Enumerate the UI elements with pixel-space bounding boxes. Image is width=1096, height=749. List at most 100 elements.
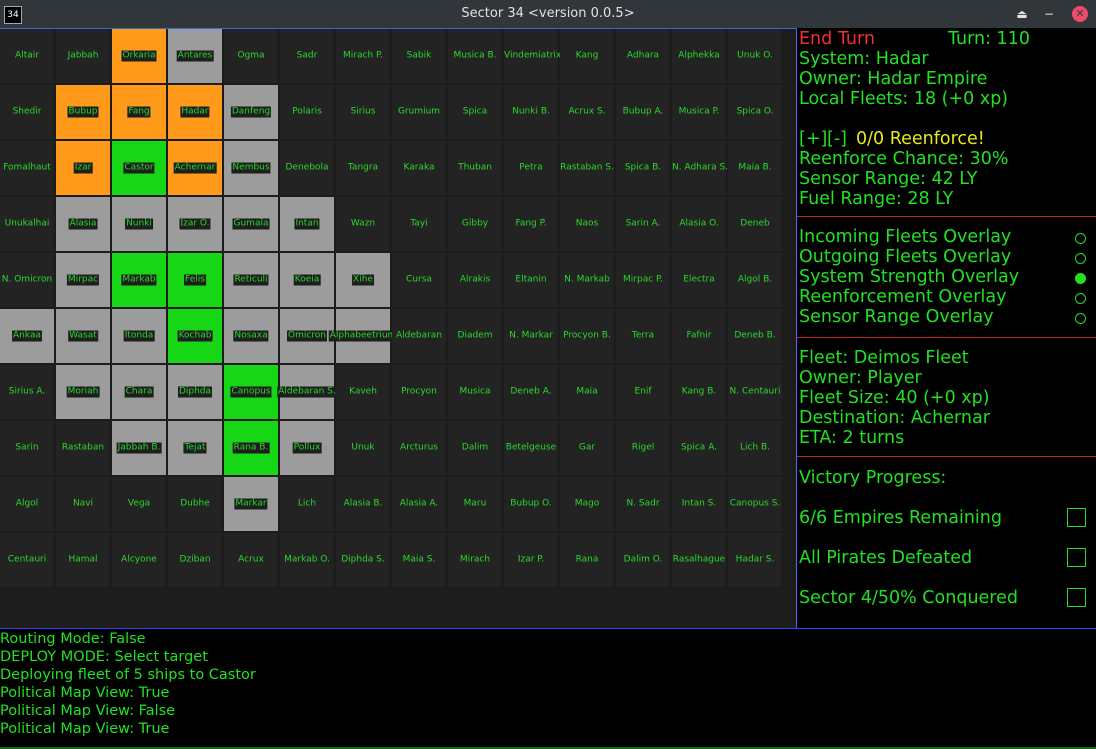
star-system-cell[interactable]: Rastaban S. [560, 141, 614, 195]
minimize-button[interactable]: − [1041, 6, 1057, 22]
star-system-cell[interactable]: Navi [56, 477, 110, 531]
star-system-cell[interactable]: Ankaa [0, 309, 54, 363]
reenforce-plus-button[interactable]: [+] [799, 129, 827, 149]
star-system-cell[interactable]: Eltanin [504, 253, 558, 307]
victory-checkbox[interactable] [1067, 548, 1086, 567]
star-system-cell[interactable]: Musica P. [672, 85, 726, 139]
star-system-cell[interactable]: Spica [448, 85, 502, 139]
star-system-cell[interactable]: Mirpac [56, 253, 110, 307]
star-system-cell[interactable]: Grumium [392, 85, 446, 139]
star-system-cell[interactable]: Dalim O. [616, 533, 670, 587]
star-system-cell[interactable]: Hadar S. [728, 533, 782, 587]
star-system-cell[interactable]: Procyon B. [560, 309, 614, 363]
star-system-cell[interactable]: Bubup [56, 85, 110, 139]
star-system-cell[interactable]: Izar P. [504, 533, 558, 587]
star-system-cell[interactable]: Maia S. [392, 533, 446, 587]
star-system-cell[interactable]: Mirach P. [336, 29, 390, 83]
star-system-cell[interactable]: Deneb B. [728, 309, 782, 363]
star-system-cell[interactable]: Maru [448, 477, 502, 531]
close-button[interactable]: ✕ [1072, 6, 1088, 22]
star-system-cell[interactable]: Karaka [392, 141, 446, 195]
overlay-radio[interactable] [1075, 233, 1086, 244]
star-system-cell[interactable]: Maia B. [728, 141, 782, 195]
star-system-cell[interactable]: Jabbah [56, 29, 110, 83]
star-system-cell[interactable]: Alrakis [448, 253, 502, 307]
star-system-cell[interactable]: N. Adhara S. [672, 141, 728, 195]
star-system-cell[interactable]: Hamal [56, 533, 110, 587]
star-system-cell[interactable]: Dziban [168, 533, 222, 587]
star-system-cell[interactable]: Wasat [56, 309, 110, 363]
star-system-cell[interactable]: Koeia [280, 253, 334, 307]
star-system-cell[interactable]: Alcyone [112, 533, 166, 587]
star-system-cell[interactable]: Sarin [0, 421, 54, 475]
star-system-cell[interactable]: Nosaxa [224, 309, 278, 363]
star-system-cell[interactable]: Rana [560, 533, 614, 587]
star-system-cell[interactable]: Spica B. [616, 141, 670, 195]
star-system-cell[interactable]: Unuk O. [728, 29, 782, 83]
star-system-cell[interactable]: Reticuli [224, 253, 278, 307]
star-system-cell[interactable]: Vindemiatrix [504, 29, 561, 83]
star-system-cell[interactable]: Deneb [728, 197, 782, 251]
star-system-cell[interactable]: Pollux [280, 421, 334, 475]
star-system-cell[interactable]: Diphda [168, 365, 222, 419]
star-system-cell[interactable]: Aldebaran S. [277, 365, 337, 419]
star-system-cell[interactable]: N. Markar [504, 309, 558, 363]
star-system-cell[interactable]: Omicron [280, 309, 334, 363]
star-system-cell[interactable]: Algol [0, 477, 54, 531]
restore-button[interactable]: ⏏ [1014, 6, 1030, 22]
star-system-cell[interactable]: Algol B. [728, 253, 782, 307]
star-system-cell[interactable]: Sirius A. [0, 365, 54, 419]
star-system-cell[interactable]: Spica O. [728, 85, 782, 139]
star-system-cell[interactable]: Aldebaran [392, 309, 446, 363]
star-system-cell[interactable]: Alphabeetrium [328, 309, 398, 363]
star-system-cell[interactable]: Wazn [336, 197, 390, 251]
star-system-cell[interactable]: Unukalhai [0, 197, 54, 251]
star-system-cell[interactable]: Bubup A. [616, 85, 670, 139]
star-system-cell[interactable]: Fafnir [672, 309, 726, 363]
star-system-cell[interactable]: Markar [224, 477, 278, 531]
star-system-cell[interactable]: Vega [112, 477, 166, 531]
star-system-cell[interactable]: Alasia B. [336, 477, 390, 531]
star-system-cell[interactable]: Rastaban [56, 421, 110, 475]
end-turn-button[interactable]: End Turn [799, 29, 875, 49]
star-system-cell[interactable]: Izar [56, 141, 110, 195]
star-system-cell[interactable]: Alasia [56, 197, 110, 251]
star-system-cell[interactable]: Dalim [448, 421, 502, 475]
star-system-cell[interactable]: Bubup O. [504, 477, 558, 531]
star-system-cell[interactable]: Canopus [224, 365, 278, 419]
star-system-cell[interactable]: Felis [168, 253, 222, 307]
overlay-radio[interactable] [1075, 293, 1086, 304]
star-system-cell[interactable]: Terra [616, 309, 670, 363]
star-system-cell[interactable]: Betelgeuse [504, 421, 558, 475]
star-system-cell[interactable]: Danfeng [224, 85, 278, 139]
star-system-cell[interactable]: Castor [112, 141, 166, 195]
star-system-cell[interactable]: Kochab [168, 309, 222, 363]
star-system-cell[interactable]: Electra [672, 253, 726, 307]
star-system-cell[interactable]: Rana B. [224, 421, 278, 475]
star-system-cell[interactable]: Altair [0, 29, 54, 83]
star-system-cell[interactable]: Izar O. [168, 197, 222, 251]
star-system-cell[interactable]: Gumala [224, 197, 278, 251]
star-system-cell[interactable]: Fang [112, 85, 166, 139]
star-system-cell[interactable]: Musica [448, 365, 502, 419]
star-system-cell[interactable]: Musica B. [448, 29, 502, 83]
star-system-cell[interactable]: Orkaria [112, 29, 166, 83]
star-system-cell[interactable]: Naos [560, 197, 614, 251]
reenforce-minus-button[interactable]: [-] [827, 129, 847, 149]
star-system-cell[interactable]: Lich [280, 477, 334, 531]
star-system-cell[interactable]: Sarin A. [616, 197, 670, 251]
star-system-cell[interactable]: Arcturus [392, 421, 446, 475]
star-system-cell[interactable]: Mago [560, 477, 614, 531]
star-system-cell[interactable]: Moriah [56, 365, 110, 419]
star-system-cell[interactable]: Markab O. [280, 533, 334, 587]
star-system-cell[interactable]: Deneb A. [504, 365, 558, 419]
star-system-cell[interactable]: Alasia A. [392, 477, 446, 531]
star-system-cell[interactable]: Polaris [280, 85, 334, 139]
star-system-cell[interactable]: Petra [504, 141, 558, 195]
star-system-cell[interactable]: Tangra [336, 141, 390, 195]
star-system-cell[interactable]: Maia [560, 365, 614, 419]
star-system-cell[interactable]: Intan S. [672, 477, 726, 531]
star-system-cell[interactable]: Enif [616, 365, 670, 419]
victory-checkbox[interactable] [1067, 508, 1086, 527]
star-system-cell[interactable]: Alasia O. [672, 197, 726, 251]
